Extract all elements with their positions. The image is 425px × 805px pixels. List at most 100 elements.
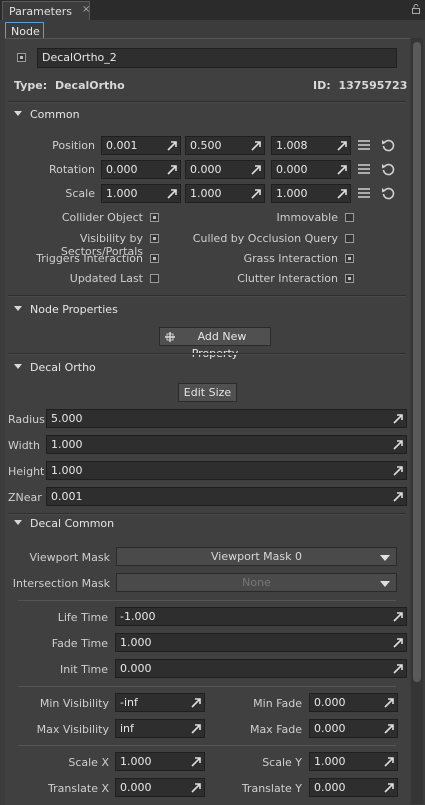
visibility-by-sectors-portals-checkbox[interactable]: [150, 234, 159, 243]
section-decal-ortho-title: Decal Ortho: [30, 361, 96, 374]
scrollbar-thumb[interactable]: [413, 42, 421, 682]
rotation-x-input[interactable]: 0.000: [101, 160, 181, 179]
radius-label: Radius: [8, 413, 45, 426]
expand-arrow-icon: [167, 141, 177, 151]
height-value: 1.000: [51, 464, 83, 477]
menu-icon[interactable]: [357, 162, 371, 176]
triggers-interaction-checkbox[interactable]: [150, 254, 159, 263]
expand-arrow-icon: [191, 783, 201, 793]
clutter-interaction-checkbox[interactable]: [345, 274, 354, 283]
expand-arrow-icon: [393, 664, 403, 674]
section-common[interactable]: Common: [14, 108, 80, 121]
position-y-input[interactable]: 0.500: [185, 136, 265, 155]
divider: [18, 686, 396, 687]
close-icon[interactable]: ×: [82, 4, 90, 15]
collapse-icon: [14, 520, 22, 525]
expand-arrow-icon: [384, 783, 394, 793]
min-visibility-input[interactable]: -inf: [115, 693, 205, 712]
expand-arrow-icon: [191, 698, 201, 708]
expand-arrow-icon: [191, 724, 201, 734]
rotation-z-input[interactable]: 0.000: [271, 160, 351, 179]
section-decal-common-title: Decal Common: [30, 517, 115, 530]
add-new-property-button[interactable]: Add New Property: [159, 327, 271, 360]
section-node-properties[interactable]: Node Properties: [14, 303, 118, 316]
rotation-x-value: 0.000: [106, 163, 138, 176]
height-input[interactable]: 1.000: [46, 461, 407, 480]
scale-y-input[interactable]: 1.000: [309, 752, 398, 771]
width-value: 1.000: [51, 438, 83, 451]
node-enabled-checkbox[interactable]: [17, 53, 26, 62]
tab-parameters[interactable]: Parameters ×: [2, 1, 90, 20]
collider-object-checkbox[interactable]: [150, 213, 159, 222]
max-fade-input[interactable]: 0.000: [309, 719, 398, 738]
rotation-y-input[interactable]: 0.000: [185, 160, 265, 179]
init-time-input[interactable]: 0.000: [115, 659, 407, 678]
position-z-input[interactable]: 1.008: [271, 136, 351, 155]
position-z-value: 1.008: [276, 139, 308, 152]
expand-arrow-icon: [251, 141, 261, 151]
translate-x-value: 0.000: [120, 781, 152, 794]
clutter-interaction-label: Clutter Interaction: [237, 272, 338, 285]
reset-icon[interactable]: [381, 138, 395, 152]
collapse-icon: [14, 306, 22, 311]
add-new-property-label: Add New Property: [191, 330, 247, 360]
scale-z-input[interactable]: 1.000: [271, 184, 351, 203]
lock-icon[interactable]: [412, 4, 420, 14]
section-decal-common[interactable]: Decal Common: [14, 517, 114, 530]
collider-object-label: Collider Object: [61, 211, 143, 224]
life-time-input[interactable]: -1.000: [115, 607, 407, 626]
collapse-icon: [14, 111, 22, 116]
min-fade-input[interactable]: 0.000: [309, 693, 398, 712]
width-input[interactable]: 1.000: [46, 435, 407, 454]
rotation-z-value: 0.000: [276, 163, 308, 176]
divider: [8, 295, 406, 297]
max-visibility-input[interactable]: inf: [115, 719, 205, 738]
section-decal-ortho[interactable]: Decal Ortho: [14, 361, 96, 374]
viewport-mask-dropdown[interactable]: Viewport Mask 0: [116, 547, 397, 566]
scale-label: Scale: [65, 187, 95, 200]
chevron-down-icon: [380, 581, 390, 587]
divider: [8, 101, 406, 103]
divider: [18, 745, 396, 746]
scale-x-input[interactable]: 1.000: [101, 184, 181, 203]
position-x-input[interactable]: 0.001: [101, 136, 181, 155]
culled-by-occlusion-query-checkbox[interactable]: [345, 234, 354, 243]
menu-icon[interactable]: [357, 186, 371, 200]
min-fade-label: Min Fade: [253, 697, 302, 710]
scale-y-value: 1.000: [190, 187, 222, 200]
scale-y-input[interactable]: 1.000: [185, 184, 265, 203]
grass-interaction-checkbox[interactable]: [345, 254, 354, 263]
menu-icon[interactable]: [357, 138, 371, 152]
type-label: Type:: [14, 79, 48, 92]
reset-icon[interactable]: [381, 186, 395, 200]
translate-y-input[interactable]: 0.000: [309, 778, 398, 797]
immovable-checkbox[interactable]: [345, 213, 354, 222]
reset-icon[interactable]: [381, 162, 395, 176]
radius-value: 5.000: [51, 412, 83, 425]
radius-input[interactable]: 5.000: [46, 409, 407, 428]
scale-z-value: 1.000: [276, 187, 308, 200]
translate-x-label: Translate X: [48, 782, 109, 795]
fade-time-input[interactable]: 1.000: [115, 633, 407, 652]
immovable-label: Immovable: [276, 211, 338, 224]
scale-x-input[interactable]: 1.000: [115, 752, 205, 771]
culled-by-occlusion-query-label: Culled by Occlusion Query: [192, 232, 338, 245]
position-y-value: 0.500: [190, 139, 222, 152]
tab-parameters-label: Parameters: [9, 5, 72, 18]
node-name-input[interactable]: DecalOrtho_2: [37, 48, 397, 68]
znear-value: 0.001: [51, 490, 83, 503]
translate-x-input[interactable]: 0.000: [115, 778, 205, 797]
intersection-mask-label: Intersection Mask: [12, 577, 110, 590]
tab-node-label: Node: [11, 25, 40, 38]
expand-arrow-icon: [393, 612, 403, 622]
height-label: Height: [8, 465, 45, 478]
edit-size-button[interactable]: Edit Size: [178, 383, 237, 402]
id-value: 137595723: [338, 79, 408, 92]
init-time-label: Init Time: [59, 663, 108, 676]
expand-arrow-icon: [337, 165, 347, 175]
width-label: Width: [8, 439, 40, 452]
updated-last-checkbox[interactable]: [150, 274, 159, 283]
life-time-label: Life Time: [57, 611, 108, 624]
znear-input[interactable]: 0.001: [46, 487, 407, 506]
intersection-mask-dropdown[interactable]: None: [116, 573, 397, 592]
